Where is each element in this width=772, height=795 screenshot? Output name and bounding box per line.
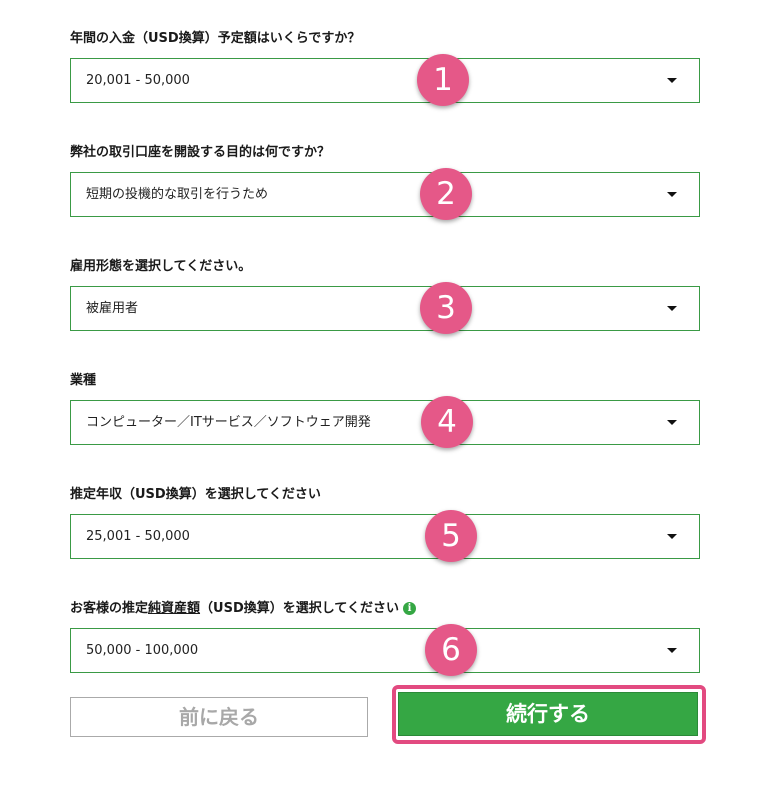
question-label: 年間の入金（USD換算）予定額はいくらですか？ — [70, 31, 361, 46]
step-badge: 6 — [425, 624, 477, 676]
step-badge: 4 — [421, 396, 473, 448]
industry-select[interactable]: コンピューター／ITサービス／ソフトウェア開発 4 — [70, 396, 700, 448]
chevron-down-icon — [667, 420, 677, 425]
question-account-purpose: 弊社の取引口座を開設する目的は何ですか？ 短期の投機的な取引を行うため 2 — [70, 143, 700, 223]
select-value: 20,001 - 50,000 — [86, 73, 190, 88]
question-annual-deposit: 年間の入金（USD換算）予定額はいくらですか？ 20,001 - 50,000 … — [70, 29, 700, 109]
question-label-suffix: （USD換算）を選択してください — [200, 601, 399, 616]
question-label: 弊社の取引口座を開設する目的は何ですか？ — [70, 145, 331, 160]
step-badge: 3 — [420, 282, 472, 334]
question-net-worth: お客様の推定純資産額（USD換算）を選択してください i 50,000 - 100… — [70, 599, 700, 679]
question-label: 業種 — [70, 373, 97, 388]
select-value: コンピューター／ITサービス／ソフトウェア開発 — [86, 415, 371, 430]
employment-status-select[interactable]: 被雇用者 3 — [70, 282, 700, 334]
chevron-down-icon — [667, 534, 677, 539]
chevron-down-icon — [667, 78, 677, 83]
chevron-down-icon — [667, 306, 677, 311]
question-industry: 業種 コンピューター／ITサービス／ソフトウェア開発 4 — [70, 371, 700, 451]
select-value: 50,000 - 100,000 — [86, 643, 199, 658]
question-label: お客様の推定純資産額（USD換算）を選択してください i — [70, 599, 700, 619]
chevron-down-icon — [667, 192, 677, 197]
question-label: 推定年収（USD換算）を選択してください — [70, 487, 321, 502]
question-label: 雇用形態を選択してください。 — [70, 259, 252, 274]
select-value: 25,001 - 50,000 — [86, 529, 190, 544]
annual-income-select[interactable]: 25,001 - 50,000 5 — [70, 510, 700, 562]
select-value: 被雇用者 — [86, 301, 139, 316]
question-employment-status: 雇用形態を選択してください。 被雇用者 3 — [70, 257, 700, 337]
net-worth-link[interactable]: 純資産額 — [148, 601, 200, 616]
net-worth-select[interactable]: 50,000 - 100,000 6 — [70, 624, 700, 676]
step-badge: 2 — [420, 168, 472, 220]
account-purpose-select[interactable]: 短期の投機的な取引を行うため 2 — [70, 168, 700, 220]
question-label-prefix: お客様の推定 — [70, 601, 149, 616]
question-annual-income: 推定年収（USD換算）を選択してください 25,001 - 50,000 5 — [70, 485, 700, 565]
select-value: 短期の投機的な取引を行うため — [86, 187, 269, 202]
back-button[interactable]: 前に戻る — [70, 697, 368, 737]
chevron-down-icon — [667, 648, 677, 653]
step-badge: 1 — [417, 54, 469, 106]
info-icon[interactable]: i — [402, 602, 416, 615]
step-badge: 5 — [425, 510, 477, 562]
continue-button[interactable]: 続行する — [398, 692, 698, 736]
annual-deposit-select[interactable]: 20,001 - 50,000 1 — [70, 54, 700, 106]
